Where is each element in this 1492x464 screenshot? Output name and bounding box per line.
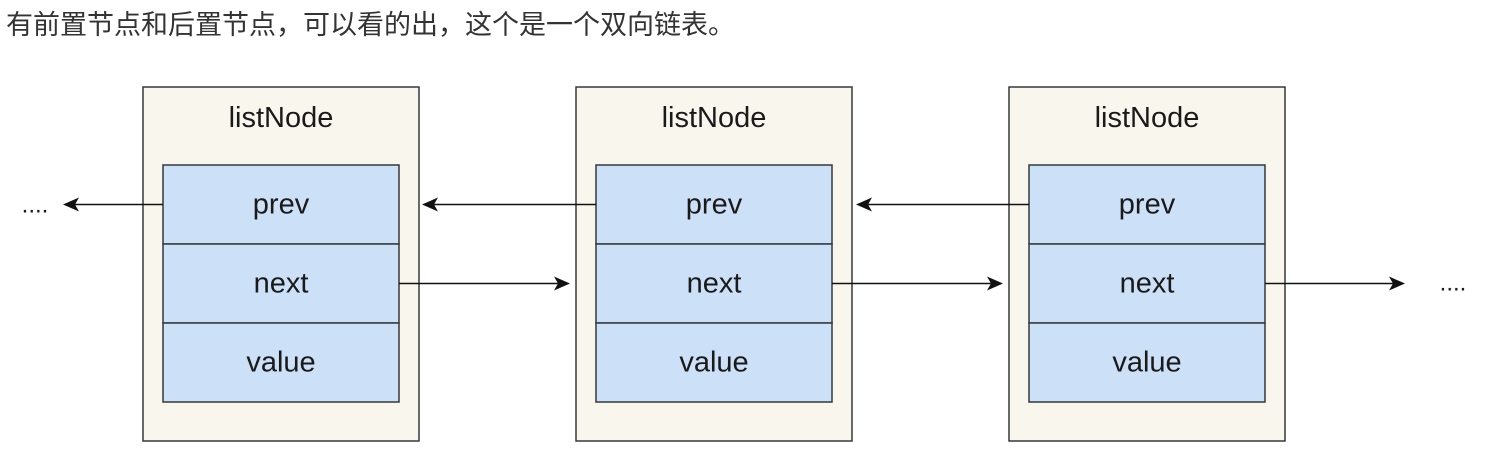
field-value-label: value	[246, 347, 315, 379]
field-prev-label: prev	[253, 189, 310, 221]
list-node: listNode prev next value	[575, 86, 853, 442]
field-prev-label: prev	[1119, 189, 1176, 221]
prev-arrow	[856, 197, 1029, 212]
field-value-label: value	[679, 347, 748, 379]
field-prev-label: prev	[686, 189, 743, 221]
list-node-title: listNode	[1095, 102, 1200, 134]
nodes-layer: listNode prev next value listNode prev next val…	[142, 86, 1286, 442]
list-node: listNode prev next value	[1008, 86, 1286, 442]
list-node-title: listNode	[662, 102, 767, 134]
next-arrow	[1265, 276, 1405, 291]
next-arrow	[832, 276, 1003, 291]
next-arrow	[399, 276, 570, 291]
ellipsis-right: ....	[1440, 270, 1467, 297]
list-node: listNode prev next value	[142, 86, 420, 442]
prev-arrow	[422, 197, 596, 212]
field-next-label: next	[1120, 268, 1175, 300]
field-next-label: next	[254, 268, 309, 300]
ellipsis-left: ....	[22, 192, 49, 219]
field-value-label: value	[1112, 347, 1181, 379]
field-next-label: next	[687, 268, 742, 300]
linked-list-diagram: listNode prev next value listNode prev next val…	[22, 86, 1467, 442]
list-node-title: listNode	[229, 102, 334, 134]
